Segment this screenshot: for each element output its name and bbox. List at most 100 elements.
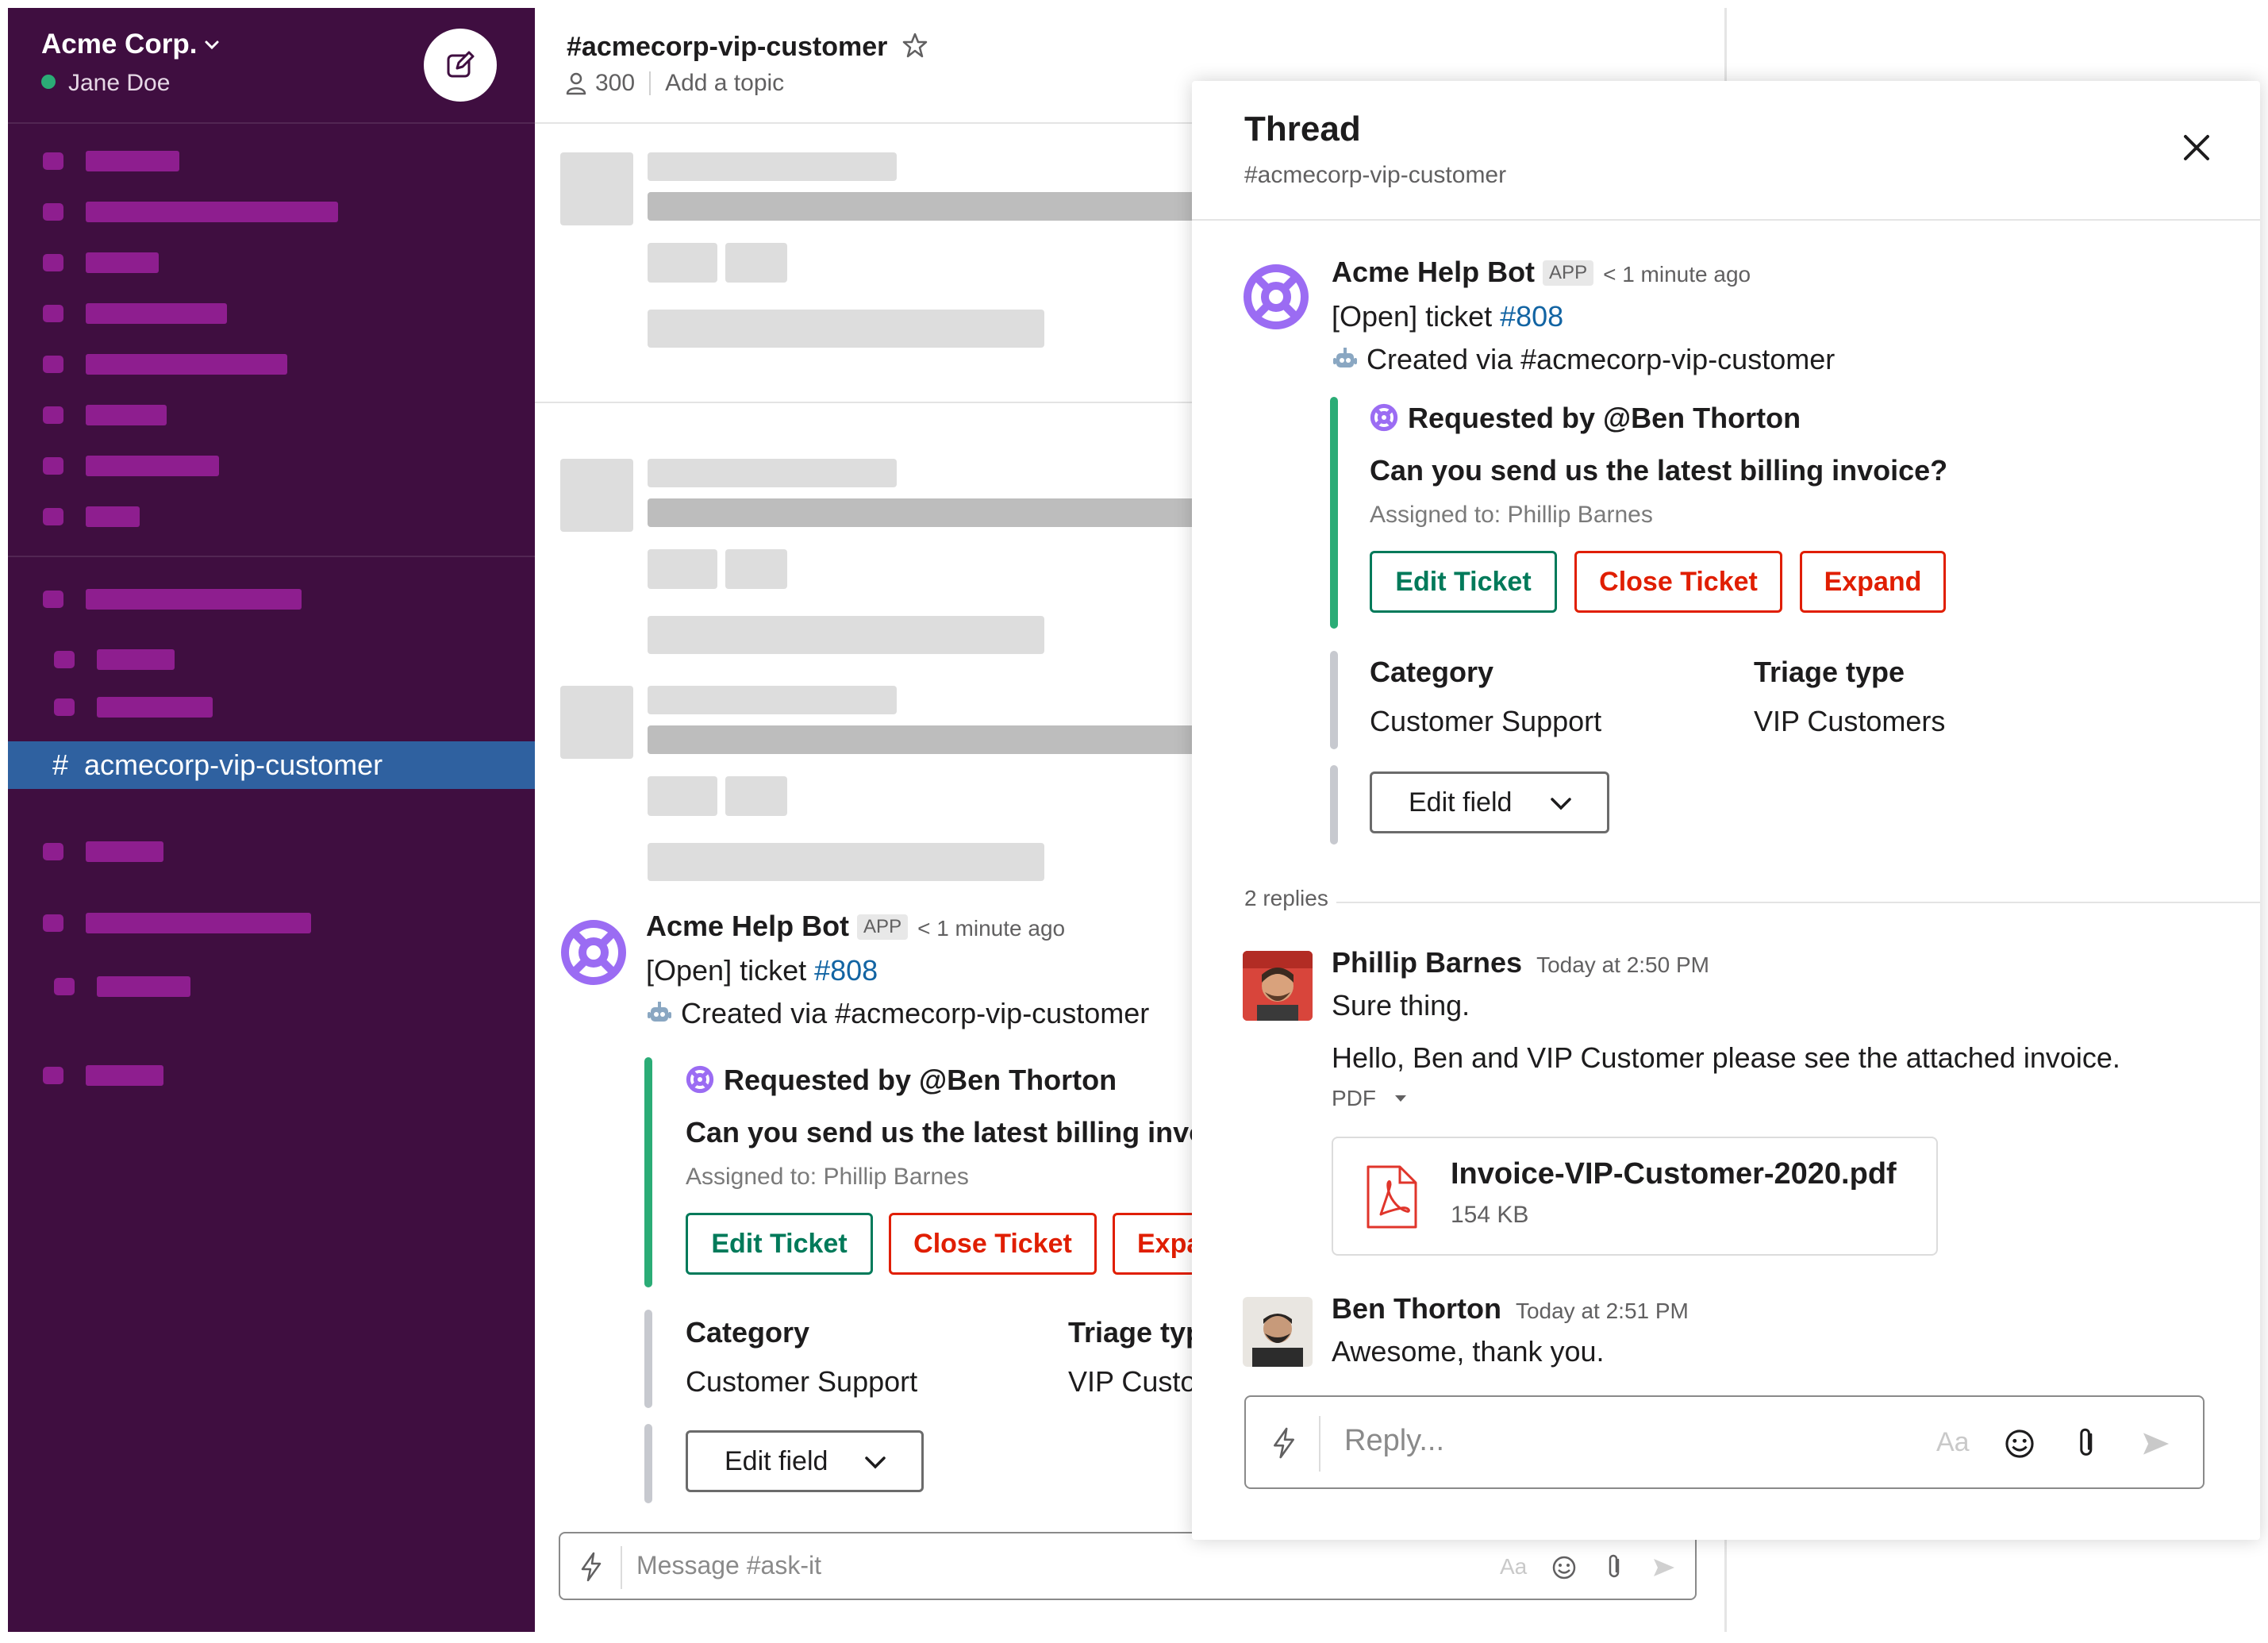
sidebar-item-placeholder[interactable]	[86, 151, 179, 171]
avatar-photo	[1243, 1297, 1313, 1367]
sidebar-item-placeholder[interactable]	[86, 202, 338, 222]
avatar[interactable]	[1243, 951, 1313, 1021]
thread-header-divider	[1192, 219, 2260, 221]
skeleton-line	[648, 310, 1044, 348]
message-time[interactable]: < 1 minute ago	[917, 916, 1065, 941]
fields-bar	[1330, 651, 1338, 749]
thread-channel[interactable]: #acmecorp-vip-customer	[1244, 162, 1506, 189]
bolt-icon[interactable]	[1270, 1426, 1298, 1460]
file-name[interactable]: Invoice-VIP-Customer-2020.pdf	[1451, 1157, 1897, 1191]
sender-name[interactable]: Phillip Barnes	[1332, 946, 1522, 979]
sidebar-item-acmecorp-vip-customer[interactable]: # acmecorp-vip-customer	[8, 741, 535, 789]
send-icon[interactable]	[1651, 1554, 1678, 1581]
skeleton-chip	[725, 243, 787, 283]
sidebar-item-placeholder[interactable]	[97, 649, 175, 670]
sender-name[interactable]: Acme Help Bot	[1332, 256, 1535, 288]
field-value-category: Customer Support	[1370, 705, 1602, 737]
field-label-category: Category	[686, 1316, 810, 1349]
emoji-icon[interactable]	[2003, 1427, 2036, 1460]
message-input[interactable]: Message #ask-it	[636, 1551, 821, 1580]
pdf-icon	[1367, 1165, 1417, 1229]
sidebar-item-placeholder-icon	[43, 1067, 63, 1084]
compose-icon	[447, 51, 475, 78]
sender-name[interactable]: Ben Thorton	[1332, 1292, 1501, 1325]
presence-dot	[41, 75, 56, 90]
expand-button[interactable]: Expand	[1800, 551, 1946, 613]
emoji-icon[interactable]	[1551, 1554, 1578, 1581]
assigned-to: Assigned to: Phillip Barnes	[686, 1164, 969, 1190]
ticket-link[interactable]: #808	[1500, 300, 1563, 333]
lifebuoy-icon[interactable]	[1243, 264, 1309, 330]
message-header: Acme Help Bot APP < 1 minute ago	[1332, 256, 1751, 289]
sidebar-item-placeholder[interactable]	[86, 589, 302, 610]
sidebar-item-placeholder-icon	[43, 508, 63, 525]
message-time[interactable]: < 1 minute ago	[1603, 262, 1751, 287]
sidebar-item-placeholder[interactable]	[86, 1065, 163, 1086]
close-ticket-button[interactable]: Close Ticket	[1574, 551, 1782, 613]
file-type-toggle[interactable]: PDF	[1332, 1086, 1408, 1111]
sidebar-item-placeholder[interactable]	[97, 697, 213, 718]
lifebuoy-icon[interactable]	[560, 919, 627, 986]
compose-button[interactable]	[424, 29, 497, 102]
ticket-status: [Open] ticket #808	[646, 954, 878, 987]
add-topic-link[interactable]: Add a topic	[665, 70, 784, 97]
meta-separator	[649, 71, 652, 95]
channel-title[interactable]: #acmecorp-vip-customer	[567, 32, 887, 63]
sidebar-item-placeholder[interactable]	[86, 252, 159, 273]
sidebar-item-placeholder[interactable]	[86, 405, 167, 425]
edit-field-bar	[1330, 765, 1338, 845]
reply-input[interactable]: Reply...	[1344, 1424, 1444, 1458]
close-icon[interactable]	[2179, 130, 2214, 165]
chevron-down-icon	[1551, 798, 1571, 810]
sidebar-item-placeholder[interactable]	[97, 976, 190, 997]
message-time[interactable]: Today at 2:50 PM	[1536, 952, 1709, 977]
file-attachment[interactable]: Invoice-VIP-Customer-2020.pdf 154 KB	[1332, 1137, 1938, 1256]
edit-ticket-button[interactable]: Edit Ticket	[686, 1213, 873, 1275]
edit-field-label: Edit field	[1409, 787, 1513, 818]
replies-divider	[1336, 902, 2260, 903]
send-icon[interactable]	[2139, 1427, 2173, 1460]
skeleton-avatar	[560, 686, 633, 759]
sidebar-item-placeholder-icon	[43, 254, 63, 271]
edit-field-select[interactable]: Edit field	[686, 1430, 924, 1492]
paperclip-icon[interactable]	[2073, 1426, 2101, 1460]
sidebar-item-placeholder-icon	[43, 305, 63, 322]
message-time[interactable]: Today at 2:51 PM	[1516, 1299, 1689, 1323]
member-count[interactable]: 300	[595, 70, 635, 97]
lifebuoy-icon	[686, 1065, 714, 1094]
sidebar-item-placeholder[interactable]	[86, 913, 311, 933]
sidebar-divider	[8, 556, 535, 557]
app-badge: APP	[857, 914, 909, 940]
chevron-down-icon[interactable]	[203, 37, 221, 54]
avatar[interactable]	[1243, 1297, 1313, 1367]
paperclip-icon[interactable]	[1603, 1553, 1627, 1581]
workspace-name[interactable]: Acme Corp.	[41, 29, 197, 60]
requested-by: Requested by @Ben Thorton	[686, 1064, 1117, 1097]
reply-composer[interactable]: Reply... Aa	[1244, 1395, 2205, 1489]
sidebar-item-placeholder[interactable]	[86, 354, 287, 375]
message-composer[interactable]: Message #ask-it Aa	[559, 1532, 1697, 1600]
thread-panel: Thread #acmecorp-vip-customer Acme Help …	[1192, 81, 2260, 1540]
skeleton-line	[648, 616, 1044, 654]
composer-divider	[1319, 1416, 1320, 1472]
close-ticket-button[interactable]: Close Ticket	[889, 1213, 1097, 1275]
sidebar-item-placeholder[interactable]	[86, 456, 219, 476]
file-type-label: PDF	[1332, 1086, 1376, 1110]
formatting-icon[interactable]: Aa	[1500, 1554, 1527, 1580]
sidebar-item-placeholder-icon	[54, 698, 75, 716]
star-icon[interactable]	[901, 32, 928, 59]
edit-ticket-button[interactable]: Edit Ticket	[1370, 551, 1557, 613]
skeleton-line	[648, 843, 1044, 881]
formatting-icon[interactable]: Aa	[1936, 1427, 1970, 1458]
bolt-icon[interactable]	[578, 1551, 605, 1583]
sidebar-item-placeholder[interactable]	[86, 841, 163, 862]
ticket-link[interactable]: #808	[814, 954, 878, 987]
field-value-triage: VIP Customers	[1754, 705, 1946, 737]
requested-by-text: Requested by @Ben Thorton	[724, 1064, 1117, 1096]
sidebar-item-placeholder[interactable]	[86, 303, 227, 324]
skeleton-avatar	[560, 152, 633, 225]
user-name: Jane Doe	[68, 70, 171, 96]
edit-field-select[interactable]: Edit field	[1370, 771, 1609, 833]
sidebar-item-placeholder[interactable]	[86, 506, 140, 527]
sender-name[interactable]: Acme Help Bot	[646, 910, 849, 942]
